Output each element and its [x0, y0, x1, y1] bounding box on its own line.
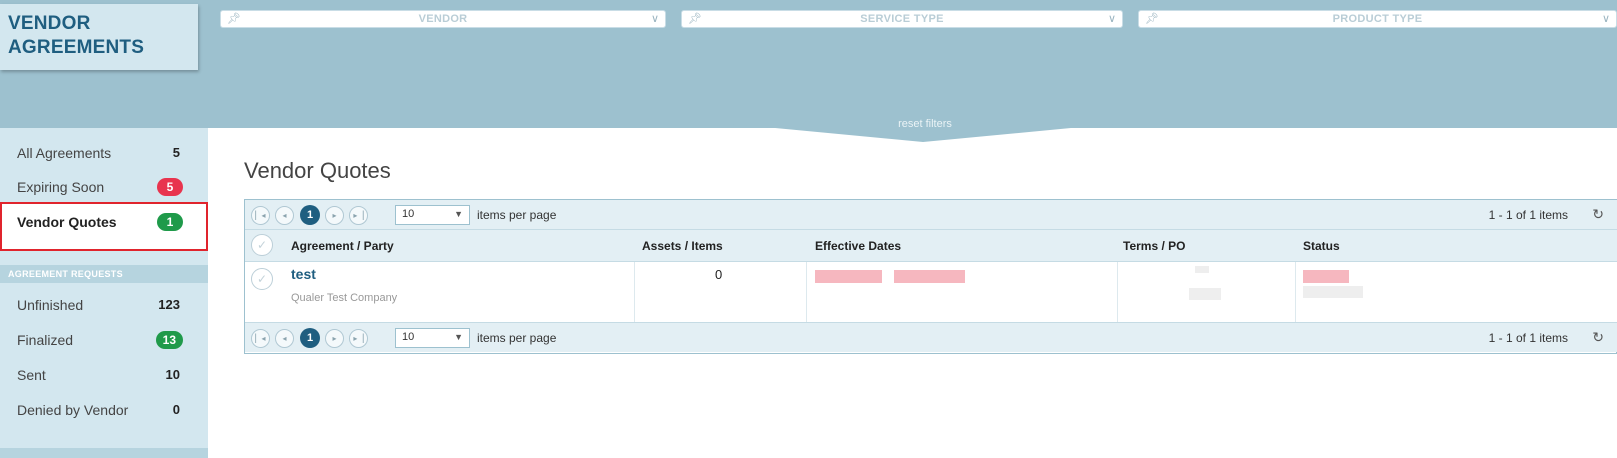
- agreement-party-link[interactable]: test: [291, 266, 316, 282]
- page-size-select[interactable]: 10 ▼: [395, 328, 470, 348]
- column-divider: [1117, 262, 1118, 322]
- last-page-button[interactable]: ▸▕: [349, 206, 368, 225]
- items-per-page-label: items per page: [477, 208, 557, 222]
- section-header-agreement-requests: AGREEMENT REQUESTS: [0, 265, 208, 283]
- page-size-select[interactable]: 10 ▼: [395, 205, 470, 225]
- service-type-filter-label: SERVICE TYPE: [860, 13, 944, 25]
- reset-filters-link[interactable]: reset filters: [860, 118, 990, 130]
- dropdown-arrow-icon: ▼: [454, 209, 463, 219]
- next-page-button[interactable]: ▸: [325, 206, 344, 225]
- redacted-terms: [1195, 266, 1209, 273]
- quotes-grid: ▏◂ ◂ 1 ▸ ▸▕ 10 ▼ items per page 1 - 1 of…: [244, 199, 1617, 354]
- redacted-effective-start: [815, 270, 882, 283]
- select-all-checkbox[interactable]: ✓: [251, 234, 273, 256]
- sidebar-item-sent[interactable]: Sent 10: [0, 358, 208, 392]
- pager-bottom: ▏◂ ◂ 1 ▸ ▸▕ 10 ▼ items per page 1 - 1 of…: [245, 322, 1617, 352]
- column-header-effective-dates[interactable]: Effective Dates: [815, 239, 901, 253]
- product-type-filter[interactable]: 📌︎ PRODUCT TYPE ∨: [1138, 10, 1617, 28]
- refresh-icon[interactable]: ↻: [1592, 206, 1604, 223]
- column-divider: [1295, 262, 1296, 322]
- redacted-status-detail: [1303, 286, 1363, 298]
- first-page-button[interactable]: ▏◂: [251, 329, 270, 348]
- page-size-value: 10: [402, 331, 415, 343]
- sidebar-item-count: 123: [158, 297, 180, 312]
- sidebar-item-expiring-soon[interactable]: Expiring Soon 5: [0, 170, 208, 204]
- count-badge: 5: [157, 178, 183, 196]
- chevron-down-icon: ∨: [650, 13, 659, 25]
- count-badge: 13: [155, 331, 183, 349]
- last-page-button[interactable]: ▸▕: [349, 329, 368, 348]
- sidebar-item-unfinished[interactable]: Unfinished 123: [0, 288, 208, 322]
- current-page-button[interactable]: 1: [300, 205, 320, 225]
- page-size-value: 10: [402, 208, 415, 220]
- assets-items-value: 0: [715, 267, 723, 282]
- pager-top: ▏◂ ◂ 1 ▸ ▸▕ 10 ▼ items per page 1 - 1 of…: [245, 200, 1617, 230]
- redacted-status: [1303, 270, 1349, 283]
- sidebar-item-label: Unfinished: [17, 297, 84, 313]
- count-badge: 1: [157, 213, 183, 231]
- table-header: ✓ Agreement / Party Assets / Items Effec…: [245, 230, 1617, 262]
- logo-line-2: AGREEMENTS: [8, 37, 145, 58]
- pager-info: 1 - 1 of 1 items: [1488, 331, 1568, 345]
- sidebar-item-count: 5: [172, 145, 180, 160]
- sidebar-item-vendor-quotes[interactable]: Vendor Quotes 1: [0, 202, 208, 251]
- sidebar-item-label: Finalized: [17, 332, 74, 348]
- redacted-po: [1189, 288, 1221, 300]
- pager-info: 1 - 1 of 1 items: [1488, 208, 1568, 222]
- service-type-filter[interactable]: 📌︎ SERVICE TYPE ∨: [681, 10, 1123, 28]
- column-divider: [806, 262, 807, 322]
- column-header-agreement-party[interactable]: Agreement / Party: [291, 239, 394, 253]
- sidebar: All Agreements 5 Expiring Soon 5 Vendor …: [0, 128, 208, 458]
- sidebar-footer: [0, 448, 208, 458]
- next-page-button[interactable]: ▸: [325, 329, 344, 348]
- refresh-icon[interactable]: ↻: [1592, 329, 1604, 346]
- logo-line-1: VENDOR: [8, 13, 91, 34]
- items-per-page-label: items per page: [477, 331, 557, 345]
- sidebar-item-label: Denied by Vendor: [17, 402, 129, 418]
- sidebar-item-label: Sent: [17, 367, 46, 383]
- current-page-button[interactable]: 1: [300, 328, 320, 348]
- row-checkbox[interactable]: ✓: [251, 268, 273, 290]
- vendor-filter[interactable]: 📌︎ VENDOR ∨: [220, 10, 666, 28]
- column-header-terms-po[interactable]: Terms / PO: [1123, 239, 1185, 253]
- vendor-filter-label: VENDOR: [418, 13, 468, 25]
- dropdown-arrow-icon: ▼: [454, 332, 463, 342]
- sidebar-item-count: 10: [165, 367, 180, 382]
- sidebar-item-denied-by-vendor[interactable]: Denied by Vendor 0: [0, 393, 208, 427]
- column-header-assets-items[interactable]: Assets / Items: [642, 239, 723, 253]
- product-type-filter-label: PRODUCT TYPE: [1332, 13, 1423, 25]
- redacted-effective-end: [894, 270, 965, 283]
- company-name: Qualer Test Company: [291, 292, 398, 304]
- sidebar-item-finalized[interactable]: Finalized 13: [0, 323, 208, 357]
- prev-page-button[interactable]: ◂: [275, 206, 294, 225]
- sidebar-item-count: 0: [172, 402, 180, 417]
- prev-page-button[interactable]: ◂: [275, 329, 294, 348]
- sidebar-item-label: Vendor Quotes: [17, 214, 117, 230]
- sidebar-item-label: Expiring Soon: [17, 179, 105, 195]
- sidebar-item-all-agreements[interactable]: All Agreements 5: [0, 136, 208, 170]
- app-logo: VENDOR AGREEMENTS: [0, 4, 198, 70]
- column-divider: [634, 262, 635, 322]
- page-title: Vendor Quotes: [244, 158, 391, 183]
- sidebar-item-label: All Agreements: [17, 145, 112, 161]
- first-page-button[interactable]: ▏◂: [251, 206, 270, 225]
- chevron-down-icon: ∨: [1107, 13, 1116, 25]
- column-header-status[interactable]: Status: [1303, 239, 1340, 253]
- chevron-down-icon: ∨: [1601, 13, 1610, 25]
